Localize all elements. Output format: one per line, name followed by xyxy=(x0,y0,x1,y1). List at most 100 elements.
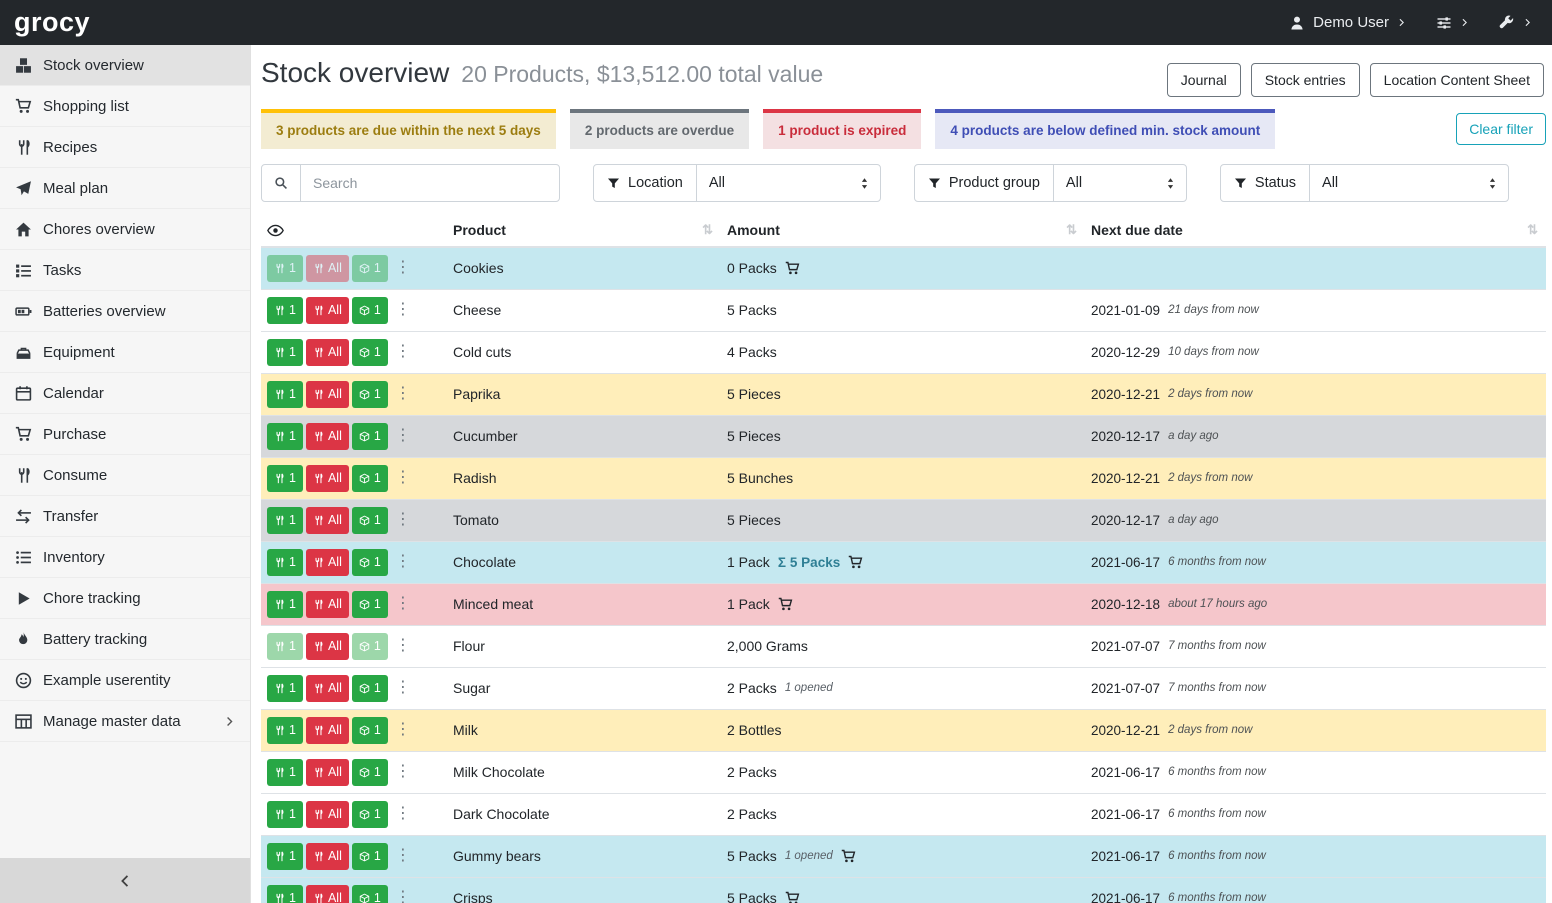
open-one-button[interactable]: 1 xyxy=(352,465,388,492)
product-name[interactable]: Chocolate xyxy=(453,554,516,570)
product-name[interactable]: Crisps xyxy=(453,890,493,903)
open-one-button[interactable]: 1 xyxy=(352,801,388,828)
sidebar-item-manage-master-data[interactable]: Manage master data xyxy=(0,701,250,742)
product-name[interactable]: Paprika xyxy=(453,386,500,402)
row-menu-button[interactable]: ⋮ xyxy=(391,596,415,612)
product-name[interactable]: Cookies xyxy=(453,260,504,276)
product-name[interactable]: Radish xyxy=(453,470,497,486)
row-menu-button[interactable]: ⋮ xyxy=(391,722,415,738)
search-input[interactable] xyxy=(301,165,559,201)
row-menu-button[interactable]: ⋮ xyxy=(391,890,415,903)
open-one-button[interactable]: 1 xyxy=(352,675,388,702)
row-menu-button[interactable]: ⋮ xyxy=(391,512,415,528)
consume-all-button[interactable]: All xyxy=(306,381,349,408)
consume-one-button[interactable]: 1 xyxy=(267,675,303,702)
column-header-due[interactable]: Next due date xyxy=(1091,222,1183,238)
stock-entries-button[interactable]: Stock entries xyxy=(1251,63,1360,97)
product-name[interactable]: Cucumber xyxy=(453,428,518,444)
open-one-button[interactable]: 1 xyxy=(352,759,388,786)
product-name[interactable]: Cheese xyxy=(453,302,501,318)
row-menu-button[interactable]: ⋮ xyxy=(391,386,415,402)
sort-icon[interactable]: ⇅ xyxy=(702,222,715,238)
consume-all-button[interactable]: All xyxy=(306,633,349,660)
row-menu-button[interactable]: ⋮ xyxy=(391,428,415,444)
open-one-button[interactable]: 1 xyxy=(352,255,388,282)
product-name[interactable]: Gummy bears xyxy=(453,848,541,864)
consume-all-button[interactable]: All xyxy=(306,591,349,618)
product-name[interactable]: Dark Chocolate xyxy=(453,806,550,822)
column-header-product[interactable]: Product xyxy=(453,222,506,238)
consume-one-button[interactable]: 1 xyxy=(267,801,303,828)
sidebar-item-stock-overview[interactable]: Stock overview xyxy=(0,45,250,86)
consume-all-button[interactable]: All xyxy=(306,885,349,903)
consume-one-button[interactable]: 1 xyxy=(267,885,303,903)
row-menu-button[interactable]: ⋮ xyxy=(391,848,415,864)
product-name[interactable]: Tomato xyxy=(453,512,499,528)
open-one-button[interactable]: 1 xyxy=(352,885,388,903)
sidebar-item-consume[interactable]: Consume xyxy=(0,455,250,496)
eye-icon[interactable] xyxy=(267,222,284,239)
status-filter-banner-1[interactable]: 2 products are overdue xyxy=(570,109,749,149)
row-menu-button[interactable]: ⋮ xyxy=(391,344,415,360)
consume-one-button[interactable]: 1 xyxy=(267,759,303,786)
open-one-button[interactable]: 1 xyxy=(352,591,388,618)
consume-all-button[interactable]: All xyxy=(306,423,349,450)
app-logo[interactable]: grocy xyxy=(14,9,90,36)
consume-one-button[interactable]: 1 xyxy=(267,507,303,534)
sidebar-item-recipes[interactable]: Recipes xyxy=(0,127,250,168)
location-select[interactable]: All xyxy=(697,165,880,201)
consume-all-button[interactable]: All xyxy=(306,549,349,576)
consume-all-button[interactable]: All xyxy=(306,297,349,324)
sidebar-item-example-userentity[interactable]: Example userentity xyxy=(0,660,250,701)
consume-one-button[interactable]: 1 xyxy=(267,339,303,366)
sidebar-item-meal-plan[interactable]: Meal plan xyxy=(0,168,250,209)
row-menu-button[interactable]: ⋮ xyxy=(391,260,415,276)
product-name[interactable]: Milk xyxy=(453,722,478,738)
row-menu-button[interactable]: ⋮ xyxy=(391,470,415,486)
open-one-button[interactable]: 1 xyxy=(352,381,388,408)
consume-all-button[interactable]: All xyxy=(306,801,349,828)
product-name[interactable]: Cold cuts xyxy=(453,344,511,360)
status-filter-banner-2[interactable]: 1 product is expired xyxy=(763,109,921,149)
sort-icon[interactable]: ⇅ xyxy=(1527,222,1540,238)
consume-one-button[interactable]: 1 xyxy=(267,633,303,660)
consume-one-button[interactable]: 1 xyxy=(267,423,303,450)
column-header-amount[interactable]: Amount xyxy=(727,222,780,238)
sidebar-item-equipment[interactable]: Equipment xyxy=(0,332,250,373)
consume-all-button[interactable]: All xyxy=(306,339,349,366)
status-filter-banner-3[interactable]: 4 products are below defined min. stock … xyxy=(935,109,1275,149)
row-menu-button[interactable]: ⋮ xyxy=(391,680,415,696)
row-menu-button[interactable]: ⋮ xyxy=(391,806,415,822)
location-content-sheet-button[interactable]: Location Content Sheet xyxy=(1370,63,1544,97)
open-one-button[interactable]: 1 xyxy=(352,339,388,366)
row-menu-button[interactable]: ⋮ xyxy=(391,638,415,654)
sidebar-item-chore-tracking[interactable]: Chore tracking xyxy=(0,578,250,619)
consume-one-button[interactable]: 1 xyxy=(267,297,303,324)
consume-all-button[interactable]: All xyxy=(306,717,349,744)
consume-one-button[interactable]: 1 xyxy=(267,549,303,576)
user-menu[interactable]: Demo User xyxy=(1289,14,1406,31)
admin-menu[interactable] xyxy=(1499,15,1532,31)
sidebar-collapse-button[interactable] xyxy=(0,858,250,903)
settings-menu[interactable] xyxy=(1436,15,1469,31)
consume-all-button[interactable]: All xyxy=(306,843,349,870)
status-filter-banner-0[interactable]: 3 products are due within the next 5 day… xyxy=(261,109,556,149)
open-one-button[interactable]: 1 xyxy=(352,717,388,744)
product-group-select[interactable]: All xyxy=(1054,165,1186,201)
open-one-button[interactable]: 1 xyxy=(352,297,388,324)
consume-one-button[interactable]: 1 xyxy=(267,717,303,744)
status-select[interactable]: All xyxy=(1310,165,1508,201)
sidebar-item-transfer[interactable]: Transfer xyxy=(0,496,250,537)
consume-all-button[interactable]: All xyxy=(306,465,349,492)
consume-one-button[interactable]: 1 xyxy=(267,255,303,282)
sidebar-item-shopping-list[interactable]: Shopping list xyxy=(0,86,250,127)
consume-all-button[interactable]: All xyxy=(306,507,349,534)
sidebar-item-calendar[interactable]: Calendar xyxy=(0,373,250,414)
open-one-button[interactable]: 1 xyxy=(352,507,388,534)
open-one-button[interactable]: 1 xyxy=(352,843,388,870)
open-one-button[interactable]: 1 xyxy=(352,633,388,660)
product-name[interactable]: Sugar xyxy=(453,680,490,696)
consume-all-button[interactable]: All xyxy=(306,675,349,702)
sidebar-item-purchase[interactable]: Purchase xyxy=(0,414,250,455)
row-menu-button[interactable]: ⋮ xyxy=(391,554,415,570)
